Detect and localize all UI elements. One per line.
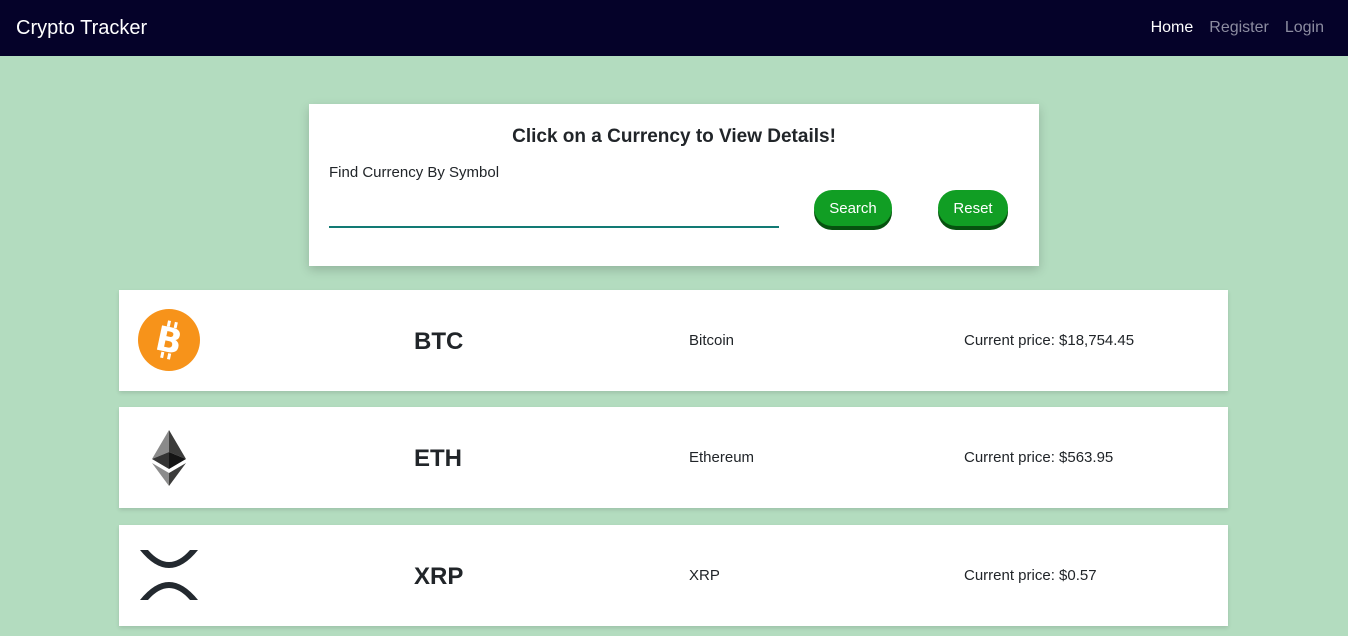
symbol-search-input[interactable]: [329, 196, 779, 228]
nav-links: Home Register Login: [1151, 19, 1324, 37]
nav-link-home[interactable]: Home: [1151, 19, 1194, 37]
xrp-icon: [140, 550, 198, 600]
coin-price: Current price: $0.57: [964, 567, 1097, 584]
bitcoin-icon: B: [138, 309, 200, 371]
coin-price: Current price: $18,754.45: [964, 332, 1135, 349]
coin-symbol: XRP: [414, 563, 464, 590]
coin-symbol: ETH: [414, 445, 462, 472]
ethereum-icon: [152, 430, 186, 486]
coin-row-btc[interactable]: B BTC Bitcoin Current price: $18,754.45: [119, 290, 1228, 391]
coin-row-xrp[interactable]: XRP XRP Current price: $0.57: [119, 525, 1228, 626]
coin-name: Ethereum: [689, 449, 755, 466]
search-card: Click on a Currency to View Details! Fin…: [309, 104, 1039, 266]
search-card-title: Click on a Currency to View Details!: [512, 126, 836, 147]
search-label: Find Currency By Symbol: [329, 164, 500, 181]
coin-name: XRP: [689, 567, 720, 584]
coin-name: Bitcoin: [689, 332, 735, 349]
coin-symbol: BTC: [414, 328, 464, 355]
coin-row-eth[interactable]: ETH Ethereum Current price: $563.95: [119, 407, 1228, 508]
nav-link-login[interactable]: Login: [1285, 19, 1324, 37]
search-button[interactable]: Search: [814, 190, 892, 226]
coin-price: Current price: $563.95: [964, 449, 1114, 466]
reset-button[interactable]: Reset: [938, 190, 1008, 226]
navbar: Crypto Tracker Home Register Login: [0, 0, 1348, 56]
brand-title[interactable]: Crypto Tracker: [16, 17, 1151, 40]
nav-link-register[interactable]: Register: [1209, 19, 1269, 37]
